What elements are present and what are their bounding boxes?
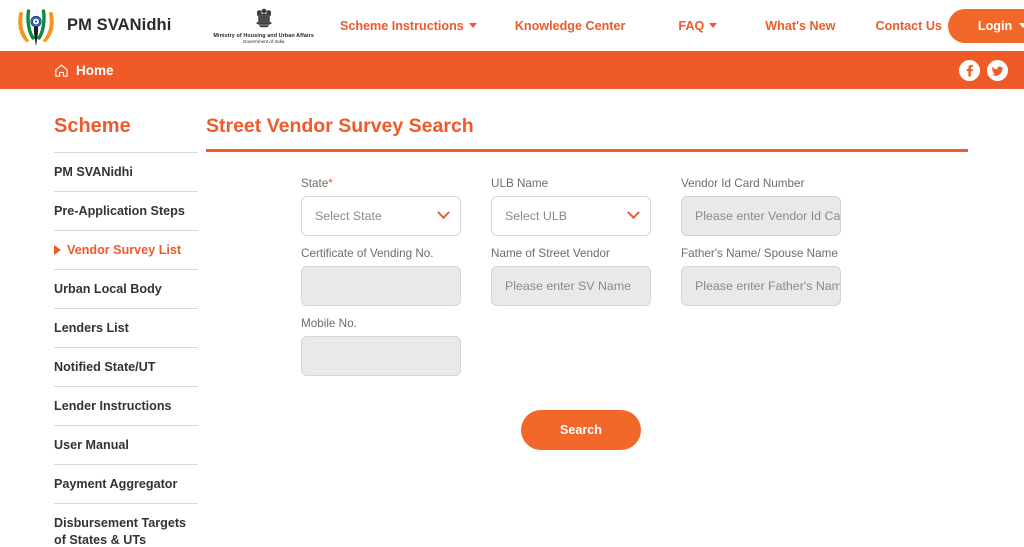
ulb-select-value: Select ULB bbox=[505, 208, 567, 223]
login-button[interactable]: Login bbox=[947, 8, 1024, 43]
breadcrumb-home[interactable]: Home bbox=[54, 63, 114, 78]
sidebar-item-label: Lender Instructions bbox=[54, 399, 172, 413]
brand-name: PM SVANidhi bbox=[67, 16, 172, 34]
sidebar-item-pre-application-steps[interactable]: Pre-Application Steps bbox=[54, 191, 198, 230]
sidebar-item-lenders-list[interactable]: Lenders List bbox=[54, 308, 198, 347]
sidebar-item-vendor-survey-list[interactable]: Vendor Survey List bbox=[54, 230, 198, 269]
sidebar-item-notified-state-ut[interactable]: Notified State/UT bbox=[54, 347, 198, 386]
sidebar-item-label: Lenders List bbox=[54, 321, 129, 335]
triangle-right-icon bbox=[54, 245, 61, 255]
nav-faq[interactable]: FAQ bbox=[678, 18, 718, 33]
chevron-down-icon bbox=[1019, 23, 1024, 28]
nav-whats-new[interactable]: What's New bbox=[765, 19, 835, 33]
mobile-label: Mobile No. bbox=[301, 316, 357, 330]
form-row-2: Certificate of Vending No. Name of Stree… bbox=[301, 247, 968, 306]
father-name-placeholder: Please enter Father's Name/ bbox=[695, 278, 841, 293]
ulb-label: ULB Name bbox=[491, 176, 549, 190]
sidebar-item-payment-aggregator[interactable]: Payment Aggregator bbox=[54, 464, 198, 503]
field-group-ulb: ULB Name Select ULB bbox=[491, 177, 651, 236]
twitter-icon[interactable] bbox=[987, 59, 1008, 81]
pm-svanidhi-logo-icon bbox=[18, 8, 54, 46]
nav-knowledge-center[interactable]: Knowledge Center bbox=[515, 19, 626, 33]
facebook-icon[interactable] bbox=[959, 59, 980, 81]
form-row-3: Mobile No. bbox=[301, 317, 968, 376]
facebook-glyph-icon bbox=[966, 64, 973, 76]
breadcrumb-home-label: Home bbox=[76, 62, 114, 78]
state-select-value: Select State bbox=[315, 208, 382, 223]
sv-name-placeholder: Please enter SV Name bbox=[505, 278, 632, 293]
vendor-id-input[interactable]: Please enter Vendor Id Card bbox=[681, 195, 841, 236]
sidebar-item-lender-instructions[interactable]: Lender Instructions bbox=[54, 386, 198, 425]
nav-scheme-instructions-label: Scheme Instructions bbox=[339, 18, 464, 33]
chevron-down-icon bbox=[709, 23, 718, 28]
nav-contact-us[interactable]: Contact Us bbox=[875, 19, 941, 33]
search-button[interactable]: Search bbox=[521, 409, 641, 450]
field-group-mobile: Mobile No. bbox=[301, 317, 461, 376]
sidebar-item-label: User Manual bbox=[54, 438, 129, 452]
sidebar-title: Scheme bbox=[54, 115, 131, 137]
sv-name-input[interactable]: Please enter SV Name bbox=[491, 265, 651, 306]
login-button-label: Login bbox=[977, 18, 1013, 33]
breadcrumb-bar: Home bbox=[0, 51, 1024, 89]
nav-knowledge-center-label: Knowledge Center bbox=[514, 18, 626, 33]
nav-scheme-instructions[interactable]: Scheme Instructions bbox=[340, 19, 477, 33]
ulb-select[interactable]: Select ULB bbox=[491, 195, 651, 236]
certificate-label: Certificate of Vending No. bbox=[301, 246, 434, 260]
sidebar-item-user-manual[interactable]: User Manual bbox=[54, 425, 198, 464]
nav-whats-new-label: What's New bbox=[765, 18, 836, 33]
brand-logo-group[interactable]: PM SVANidhi bbox=[14, 4, 171, 48]
nav-faq-label: FAQ bbox=[678, 18, 705, 33]
sidebar-item-label: PM SVANidhi bbox=[54, 165, 133, 179]
state-label-text: State bbox=[301, 176, 329, 190]
sidebar-item-label: Disbursement Targets of States & UTs bbox=[54, 516, 187, 547]
search-button-row: Search bbox=[301, 387, 968, 450]
government-of-india: Government of India bbox=[242, 39, 285, 45]
chevron-down-icon bbox=[627, 206, 640, 220]
ministry-emblem-group: Ministry of Housing and Urban Affairs Go… bbox=[213, 7, 314, 45]
field-group-sv-name: Name of Street Vendor Please enter SV Na… bbox=[491, 247, 651, 306]
sidebar-item-pm-svanidhi[interactable]: PM SVANidhi bbox=[54, 152, 198, 191]
search-form: State* Select State ULB Name Select ULB … bbox=[206, 152, 968, 450]
father-name-input[interactable]: Please enter Father's Name/ bbox=[681, 265, 841, 306]
sidebar-item-label: Payment Aggregator bbox=[54, 477, 178, 491]
sv-name-label: Name of Street Vendor bbox=[491, 246, 610, 260]
vendor-id-label: Vendor Id Card Number bbox=[681, 176, 805, 190]
field-group-father-name: Father's Name/ Spouse Name Please enter … bbox=[681, 247, 841, 306]
state-select[interactable]: Select State bbox=[301, 195, 461, 236]
home-icon bbox=[55, 64, 68, 77]
form-row-1: State* Select State ULB Name Select ULB … bbox=[301, 177, 968, 236]
vendor-id-placeholder: Please enter Vendor Id Card bbox=[695, 208, 841, 223]
page-title: Street Vendor Survey Search bbox=[206, 115, 474, 137]
main-navigation: Scheme Instructions Knowledge Center FAQ… bbox=[340, 19, 942, 33]
chevron-down-icon bbox=[437, 206, 450, 220]
main-content: Street Vendor Survey Search State* Selec… bbox=[198, 115, 1024, 547]
sidebar: Scheme PM SVANidhi Pre-Application Steps… bbox=[0, 115, 198, 547]
ministry-name: Ministry of Housing and Urban Affairs bbox=[213, 32, 314, 39]
sidebar-item-urban-local-body[interactable]: Urban Local Body bbox=[54, 269, 198, 308]
sidebar-item-disbursement-targets[interactable]: Disbursement Targets of States & UTs bbox=[54, 503, 198, 547]
sidebar-item-label: Urban Local Body bbox=[54, 282, 162, 296]
nav-contact-us-label: Contact Us bbox=[875, 18, 942, 33]
sidebar-item-label: Vendor Survey List bbox=[67, 243, 182, 257]
father-name-label: Father's Name/ Spouse Name bbox=[681, 246, 838, 260]
certificate-input[interactable] bbox=[301, 265, 461, 306]
field-group-certificate: Certificate of Vending No. bbox=[301, 247, 461, 306]
field-group-vendor-id: Vendor Id Card Number Please enter Vendo… bbox=[681, 177, 841, 236]
page-body: Scheme PM SVANidhi Pre-Application Steps… bbox=[0, 89, 1024, 547]
top-header: PM SVANidhi Ministry of Housing and Urba… bbox=[0, 0, 1024, 51]
ashoka-emblem-icon bbox=[256, 8, 272, 27]
chevron-down-icon bbox=[468, 23, 477, 28]
sidebar-item-label: Pre-Application Steps bbox=[54, 204, 185, 218]
sidebar-item-label: Notified State/UT bbox=[54, 360, 156, 374]
required-marker: * bbox=[328, 176, 333, 190]
twitter-glyph-icon bbox=[992, 66, 1004, 76]
social-links bbox=[959, 59, 1008, 81]
field-group-state: State* Select State bbox=[301, 177, 461, 236]
mobile-input[interactable] bbox=[301, 335, 461, 376]
state-label: State* bbox=[301, 177, 461, 190]
